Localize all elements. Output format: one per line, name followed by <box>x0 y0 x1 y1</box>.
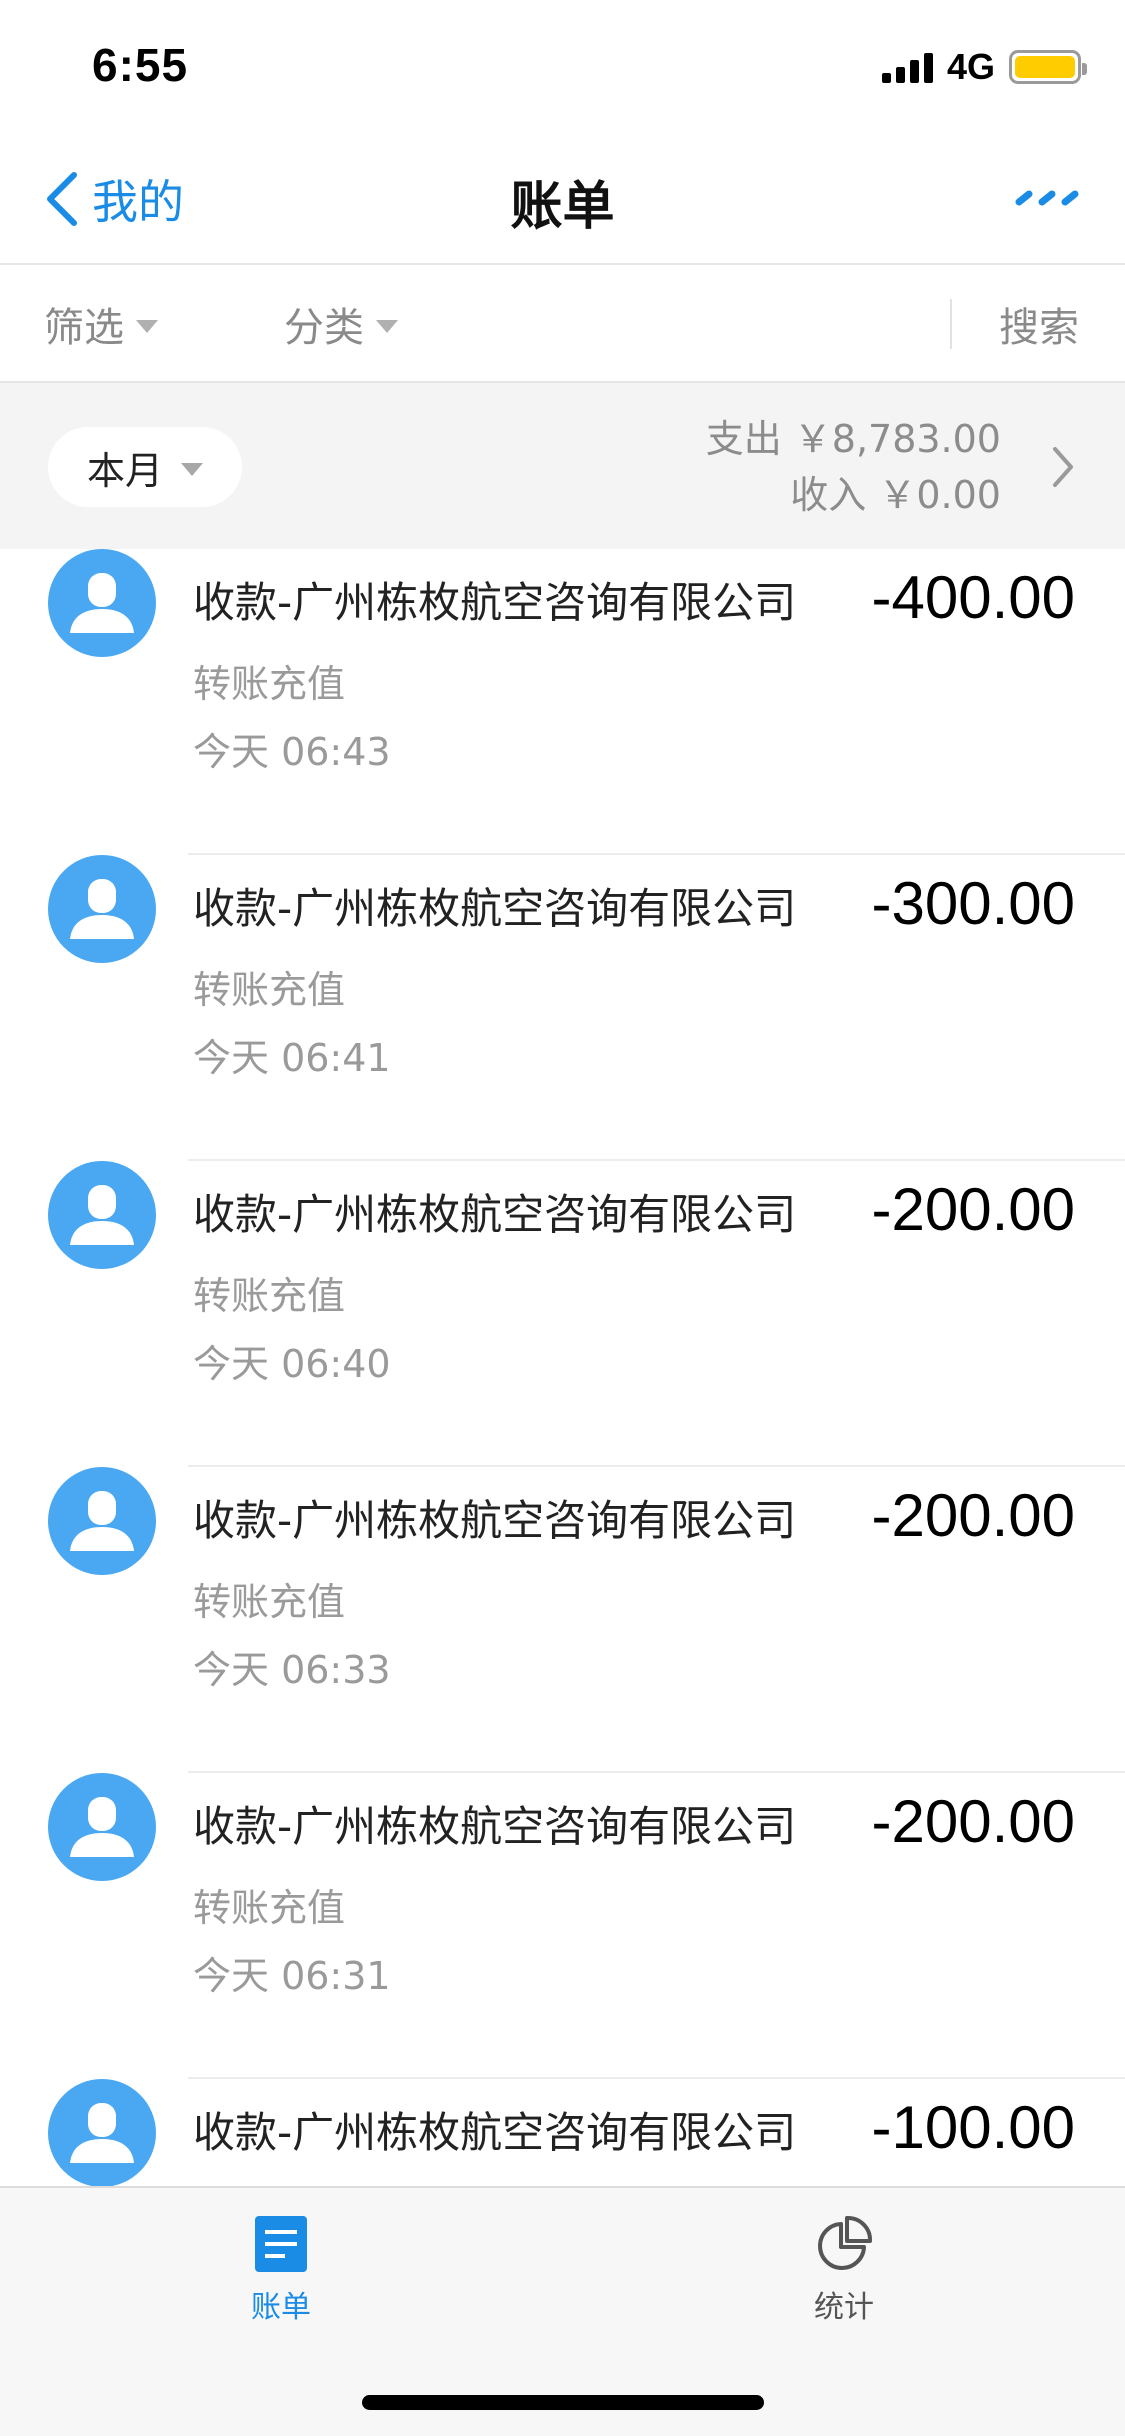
signal-icon <box>881 51 933 83</box>
filter-dropdown[interactable]: 筛选 <box>44 295 158 353</box>
month-label: 本月 <box>86 448 163 493</box>
status-indicators: 4G <box>881 46 1087 88</box>
transaction-row[interactable]: 收款-广州栋枚航空咨询有限公司 -400.00 转账充值 今天 06:43 <box>0 549 1125 855</box>
transaction-row[interactable]: 收款-广州栋枚航空咨询有限公司 -200.00 转账充值 今天 06:40 <box>0 1161 1125 1467</box>
caret-down-icon <box>376 319 398 333</box>
transaction-amount: -400.00 <box>871 564 1076 631</box>
avatar <box>48 1161 156 1269</box>
transaction-title: 收款-广州栋枚航空咨询有限公司 <box>193 1802 797 1851</box>
transaction-title: 收款-广州栋枚航空咨询有限公司 <box>193 884 797 933</box>
transaction-amount: -100.00 <box>871 2094 1076 2161</box>
transaction-amount: -200.00 <box>871 1788 1076 1855</box>
status-bar: 6:55 4G <box>0 0 1125 132</box>
tab-stats-label: 统计 <box>814 2290 874 2325</box>
battery-level <box>1015 56 1075 78</box>
transaction-title: 收款-广州栋枚航空咨询有限公司 <box>193 1190 797 1239</box>
category-dropdown[interactable]: 分类 <box>284 295 398 353</box>
tab-bill[interactable]: 账单 <box>201 2214 361 2326</box>
user-icon <box>70 1491 134 1551</box>
nav-bar: 我的 账单 <box>0 132 1125 265</box>
transaction-time: 今天 06:33 <box>193 1648 391 1692</box>
pie-chart-icon <box>818 2215 873 2270</box>
status-time: 6:55 <box>92 39 189 91</box>
transaction-type: 转账充值 <box>193 1274 346 1318</box>
transaction-type: 转账充值 <box>193 662 346 706</box>
avatar <box>48 855 156 963</box>
search-button[interactable]: 搜索 <box>999 295 1079 353</box>
filter-bar: 筛选 分类 搜索 <box>0 265 1125 383</box>
tab-bill-label: 账单 <box>251 2290 311 2325</box>
transaction-amount: -200.00 <box>871 1482 1076 1549</box>
tab-stats[interactable]: 统计 <box>764 2214 924 2326</box>
month-selector[interactable]: 本月 <box>48 427 242 507</box>
transaction-title: 收款-广州栋枚航空咨询有限公司 <box>193 1496 797 1545</box>
bill-icon <box>255 2216 307 2272</box>
avatar <box>48 1773 156 1881</box>
home-indicator <box>362 2395 764 2410</box>
user-icon <box>70 1797 134 1857</box>
income-total: 收入 ￥0.00 <box>790 473 1001 517</box>
avatar <box>48 549 156 657</box>
battery-icon <box>1009 50 1087 84</box>
user-icon <box>70 1185 134 1245</box>
transaction-amount: -200.00 <box>871 1176 1076 1243</box>
month-summary-bar[interactable]: 本月 支出 ￥8,783.00 收入 ￥0.00 <box>0 383 1125 549</box>
caret-down-icon <box>136 319 158 333</box>
transaction-amount: -300.00 <box>871 870 1076 937</box>
transaction-row[interactable]: 收款-广州栋枚航空咨询有限公司 -200.00 转账充值 今天 06:31 <box>0 1773 1125 2079</box>
filter-divider <box>950 299 952 349</box>
transaction-row[interactable]: 收款-广州栋枚航空咨询有限公司 -200.00 转账充值 今天 06:33 <box>0 1467 1125 1773</box>
user-icon <box>70 2103 134 2163</box>
avatar <box>48 2079 156 2186</box>
transaction-title: 收款-广州栋枚航空咨询有限公司 <box>193 578 797 627</box>
page-title: 账单 <box>510 177 615 237</box>
transaction-type: 转账充值 <box>193 1580 346 1624</box>
avatar <box>48 1467 156 1575</box>
category-label: 分类 <box>284 305 364 351</box>
filter-label: 筛选 <box>44 305 124 351</box>
month-totals: 支出 ￥8,783.00 收入 ￥0.00 <box>706 411 1001 523</box>
transaction-list[interactable]: 收款-广州栋枚航空咨询有限公司 -400.00 转账充值 今天 06:43 收款… <box>0 549 1125 2186</box>
user-icon <box>70 573 134 633</box>
user-icon <box>70 879 134 939</box>
transaction-row[interactable]: 收款-广州栋枚航空咨询有限公司 -100.00 <box>0 2079 1125 2186</box>
expense-total: 支出 ￥8,783.00 <box>705 417 1001 461</box>
transaction-type: 转账充值 <box>193 1886 346 1930</box>
transaction-time: 今天 06:40 <box>193 1342 391 1386</box>
transaction-title: 收款-广州栋枚航空咨询有限公司 <box>193 2108 797 2157</box>
more-dashes-icon[interactable] <box>1015 188 1081 208</box>
transaction-time: 今天 06:41 <box>193 1036 391 1080</box>
transaction-row[interactable]: 收款-广州栋枚航空咨询有限公司 -300.00 转账充值 今天 06:41 <box>0 855 1125 1161</box>
network-type: 4G <box>946 46 995 87</box>
transaction-time: 今天 06:31 <box>193 1954 391 1998</box>
caret-down-icon <box>181 462 203 476</box>
transaction-time: 今天 06:43 <box>193 730 391 774</box>
transaction-type: 转账充值 <box>193 968 346 1012</box>
chevron-right-icon <box>1053 447 1073 487</box>
